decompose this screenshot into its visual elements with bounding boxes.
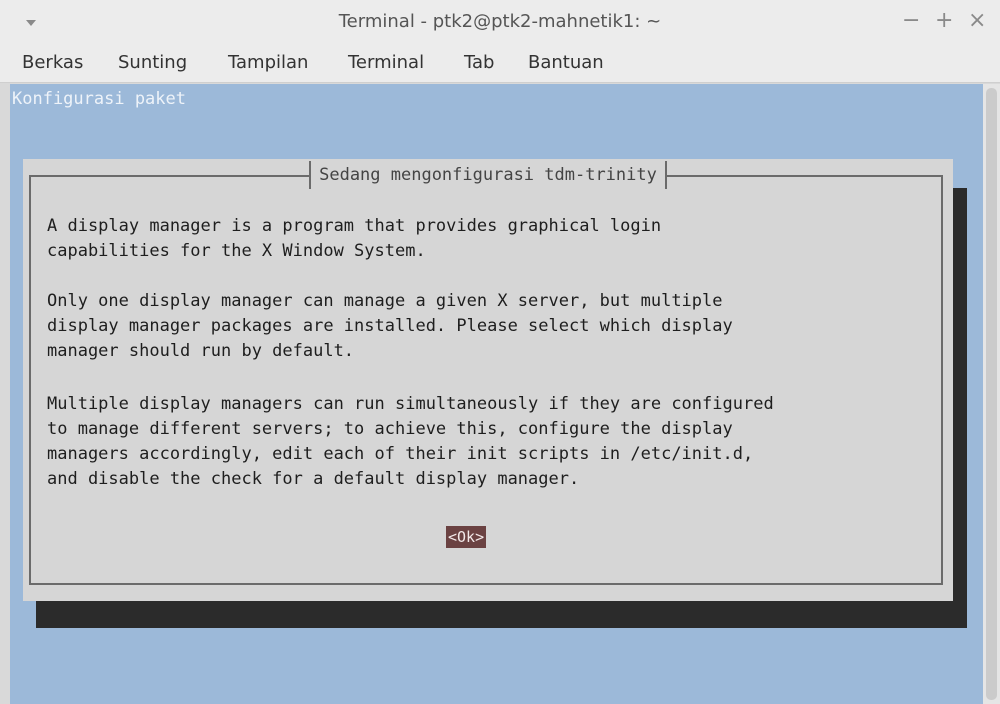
menu-terminal[interactable]: Terminal	[348, 52, 424, 73]
maximize-button[interactable]: +	[935, 10, 953, 32]
menu-tab[interactable]: Tab	[464, 52, 494, 73]
menu-tampilan[interactable]: Tampilan	[228, 52, 308, 73]
paragraph-2: Only one display manager can manage a gi…	[47, 291, 733, 361]
paragraph-1: A display manager is a program that prov…	[47, 216, 662, 261]
menu-bantuan[interactable]: Bantuan	[528, 52, 604, 73]
dialog-title-bar: Sedang mengonfigurasi tdm-trinity	[23, 159, 953, 189]
window-title: Terminal - ptk2@ptk2-mahnetik1: ~	[338, 11, 662, 32]
paragraph-3: Multiple display managers can run simult…	[47, 394, 774, 489]
menu-berkas[interactable]: Berkas	[22, 52, 83, 73]
minimize-button[interactable]: −	[902, 10, 920, 32]
background-title: Konfigurasi paket	[12, 89, 186, 109]
title-bar: Terminal - ptk2@ptk2-mahnetik1: ~ − + ×	[0, 0, 1000, 47]
menu-bar: Berkas Sunting Tampilan Terminal Tab Ban…	[0, 46, 1000, 83]
scrollbar-thumb[interactable]	[986, 88, 997, 700]
close-button[interactable]: ×	[968, 10, 986, 32]
dialog-title: Sedang mengonfigurasi tdm-trinity	[309, 161, 667, 189]
config-dialog: Sedang mengonfigurasi tdm-trinity A disp…	[23, 159, 953, 601]
terminal-area[interactable]: Konfigurasi paket Sedang mengonfigurasi …	[10, 84, 983, 704]
menu-sunting[interactable]: Sunting	[118, 52, 187, 73]
ok-button[interactable]: <Ok>	[446, 526, 487, 548]
